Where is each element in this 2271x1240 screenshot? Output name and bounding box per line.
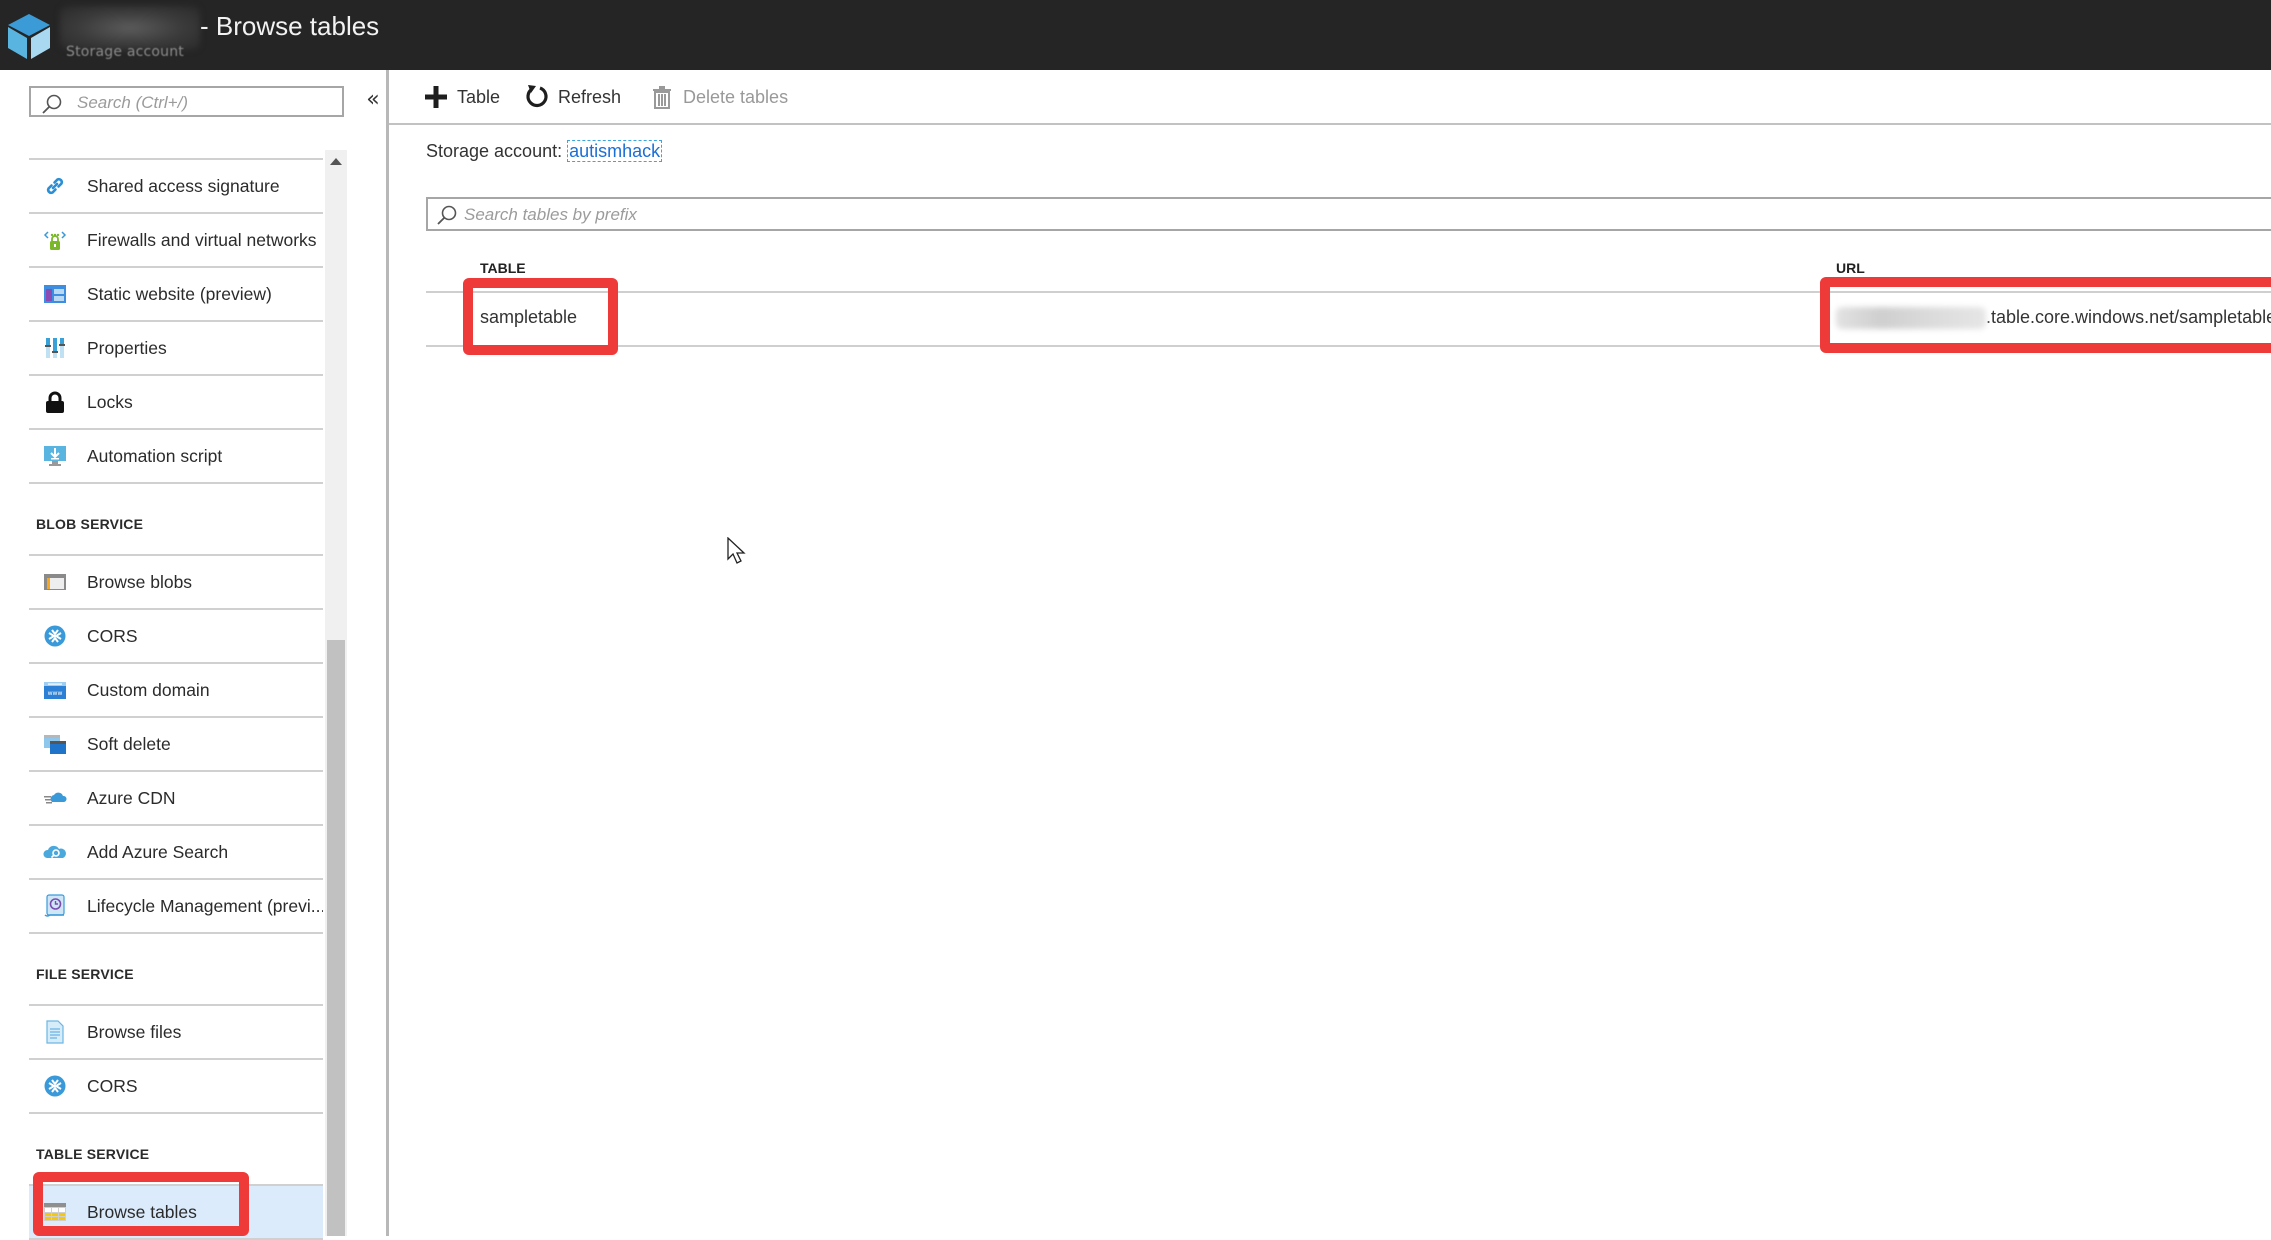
- trash-icon: [649, 84, 675, 110]
- plus-icon: [423, 84, 449, 110]
- browse-tables-blade: Table Refresh Delete tables Storage acco…: [389, 70, 2271, 1236]
- browse-files-icon: [43, 1020, 67, 1044]
- menu-item-lifecycle-management[interactable]: Lifecycle Management (previ...: [29, 878, 323, 934]
- menu-item-label: Lifecycle Management (previ...: [87, 895, 323, 916]
- command-bar: Table Refresh Delete tables: [389, 70, 2271, 125]
- mouse-pointer-icon: [727, 537, 746, 564]
- column-header-table[interactable]: TABLE: [480, 260, 526, 276]
- table-url-cell: .table.core.windows.net/sampletable: [1836, 307, 2271, 330]
- menu-item-browse-tables[interactable]: Browse tables: [29, 1184, 323, 1240]
- menu-item-automation-script[interactable]: Automation script: [29, 428, 323, 484]
- menu-item-label: Browse blobs: [87, 571, 193, 592]
- scrollbar-thumb[interactable]: [327, 640, 345, 1236]
- menu-search-input[interactable]: [75, 90, 339, 116]
- menu-item-firewalls[interactable]: Firewalls and virtual networks: [29, 212, 323, 266]
- table-row[interactable]: sampletable .table.core.windows.net/samp…: [426, 293, 2271, 347]
- menu-item-file-cors[interactable]: CORS: [29, 1058, 323, 1114]
- svg-text:www: www: [48, 690, 63, 697]
- lifecycle-icon: [43, 894, 67, 918]
- table-grid-header: TABLE URL: [426, 248, 2271, 293]
- menu-item-label: CORS: [87, 625, 138, 646]
- menu-item-properties[interactable]: Properties: [29, 320, 323, 374]
- add-table-label: Table: [457, 86, 501, 107]
- menu-item-label: Add Azure Search: [87, 841, 229, 862]
- menu-item-label: Locks: [87, 391, 133, 412]
- add-table-button[interactable]: Table: [423, 84, 500, 110]
- menu-item-label: Browse files: [87, 1021, 182, 1042]
- azure-search-icon: [43, 840, 67, 864]
- section-heading-table-service: TABLE SERVICE: [36, 1146, 150, 1162]
- menu-scrollbar[interactable]: [325, 150, 347, 1236]
- refresh-button[interactable]: Refresh: [524, 84, 621, 110]
- menu-item-custom-domain[interactable]: www Custom domain: [29, 662, 323, 716]
- menu-list: Shared access signature Firewalls and vi…: [29, 158, 323, 1240]
- cdn-icon: [43, 786, 67, 810]
- resource-menu: « Shared access signature Firewalls and …: [0, 70, 386, 1240]
- menu-item-locks[interactable]: Locks: [29, 374, 323, 428]
- menu-item-static-website[interactable]: Static website (preview): [29, 266, 323, 320]
- menu-item-label: Custom domain: [87, 679, 210, 700]
- storage-account-label: Storage account:: [426, 141, 563, 161]
- scroll-up-arrow-icon[interactable]: [330, 158, 342, 165]
- menu-item-label: Properties: [87, 337, 167, 358]
- refresh-icon: [524, 84, 550, 110]
- lock-icon: [43, 390, 67, 414]
- cors-icon: [43, 624, 67, 648]
- link-icon: [43, 174, 67, 198]
- collapse-menu-button[interactable]: «: [362, 88, 384, 112]
- resource-type: Storage account: [66, 44, 185, 60]
- browse-blobs-icon: [43, 570, 67, 594]
- table-search-box[interactable]: [426, 197, 2271, 231]
- cors-icon: [43, 1074, 67, 1098]
- static-website-icon: [43, 282, 67, 306]
- menu-item-azure-cdn[interactable]: Azure CDN: [29, 770, 323, 824]
- menu-item-label: Browse tables: [87, 1201, 197, 1222]
- storage-account-line: Storage account: autismhack: [426, 140, 663, 162]
- storage-account-link[interactable]: autismhack: [567, 140, 663, 162]
- menu-item-add-azure-search[interactable]: Add Azure Search: [29, 824, 323, 878]
- delete-tables-label: Delete tables: [683, 86, 789, 107]
- table-url-suffix: .table.core.windows.net/sampletable: [1986, 307, 2271, 327]
- firewall-icon: [43, 228, 67, 252]
- section-heading-blob-service: BLOB SERVICE: [36, 516, 144, 532]
- menu-item-label: Shared access signature: [87, 175, 280, 196]
- custom-domain-icon: www: [43, 678, 67, 702]
- storage-cube-icon: [8, 14, 50, 59]
- browse-tables-icon: [43, 1200, 67, 1224]
- search-icon: [437, 205, 457, 225]
- menu-item-label: Automation script: [87, 445, 223, 466]
- redacted-url-prefix: [1836, 307, 1986, 330]
- menu-item-browse-files[interactable]: Browse files: [29, 1004, 323, 1058]
- menu-item-label: CORS: [87, 1075, 138, 1096]
- top-bar: Storage account - Browse tables: [0, 0, 2271, 70]
- table-search-input[interactable]: [462, 202, 2166, 228]
- properties-icon: [43, 336, 67, 360]
- menu-item-browse-blobs[interactable]: Browse blobs: [29, 554, 323, 608]
- search-icon: [42, 94, 62, 114]
- column-header-url[interactable]: URL: [1836, 260, 1865, 276]
- menu-item-label: Azure CDN: [87, 787, 176, 808]
- menu-item-label: Soft delete: [87, 733, 171, 754]
- menu-item-shared-access-signature[interactable]: Shared access signature: [29, 158, 323, 212]
- automation-script-icon: [43, 444, 67, 468]
- refresh-label: Refresh: [558, 86, 622, 107]
- menu-item-blob-cors[interactable]: CORS: [29, 608, 323, 662]
- soft-delete-icon: [43, 732, 67, 756]
- table-name-cell: sampletable: [480, 307, 578, 327]
- menu-search-box[interactable]: [29, 86, 344, 117]
- section-heading-file-service: FILE SERVICE: [36, 966, 134, 982]
- page-title: - Browse tables: [200, 11, 380, 41]
- menu-item-label: Firewalls and virtual networks: [87, 229, 317, 250]
- menu-item-soft-delete[interactable]: Soft delete: [29, 716, 323, 770]
- menu-item-label: Static website (preview): [87, 283, 272, 304]
- delete-tables-button[interactable]: Delete tables: [649, 84, 788, 110]
